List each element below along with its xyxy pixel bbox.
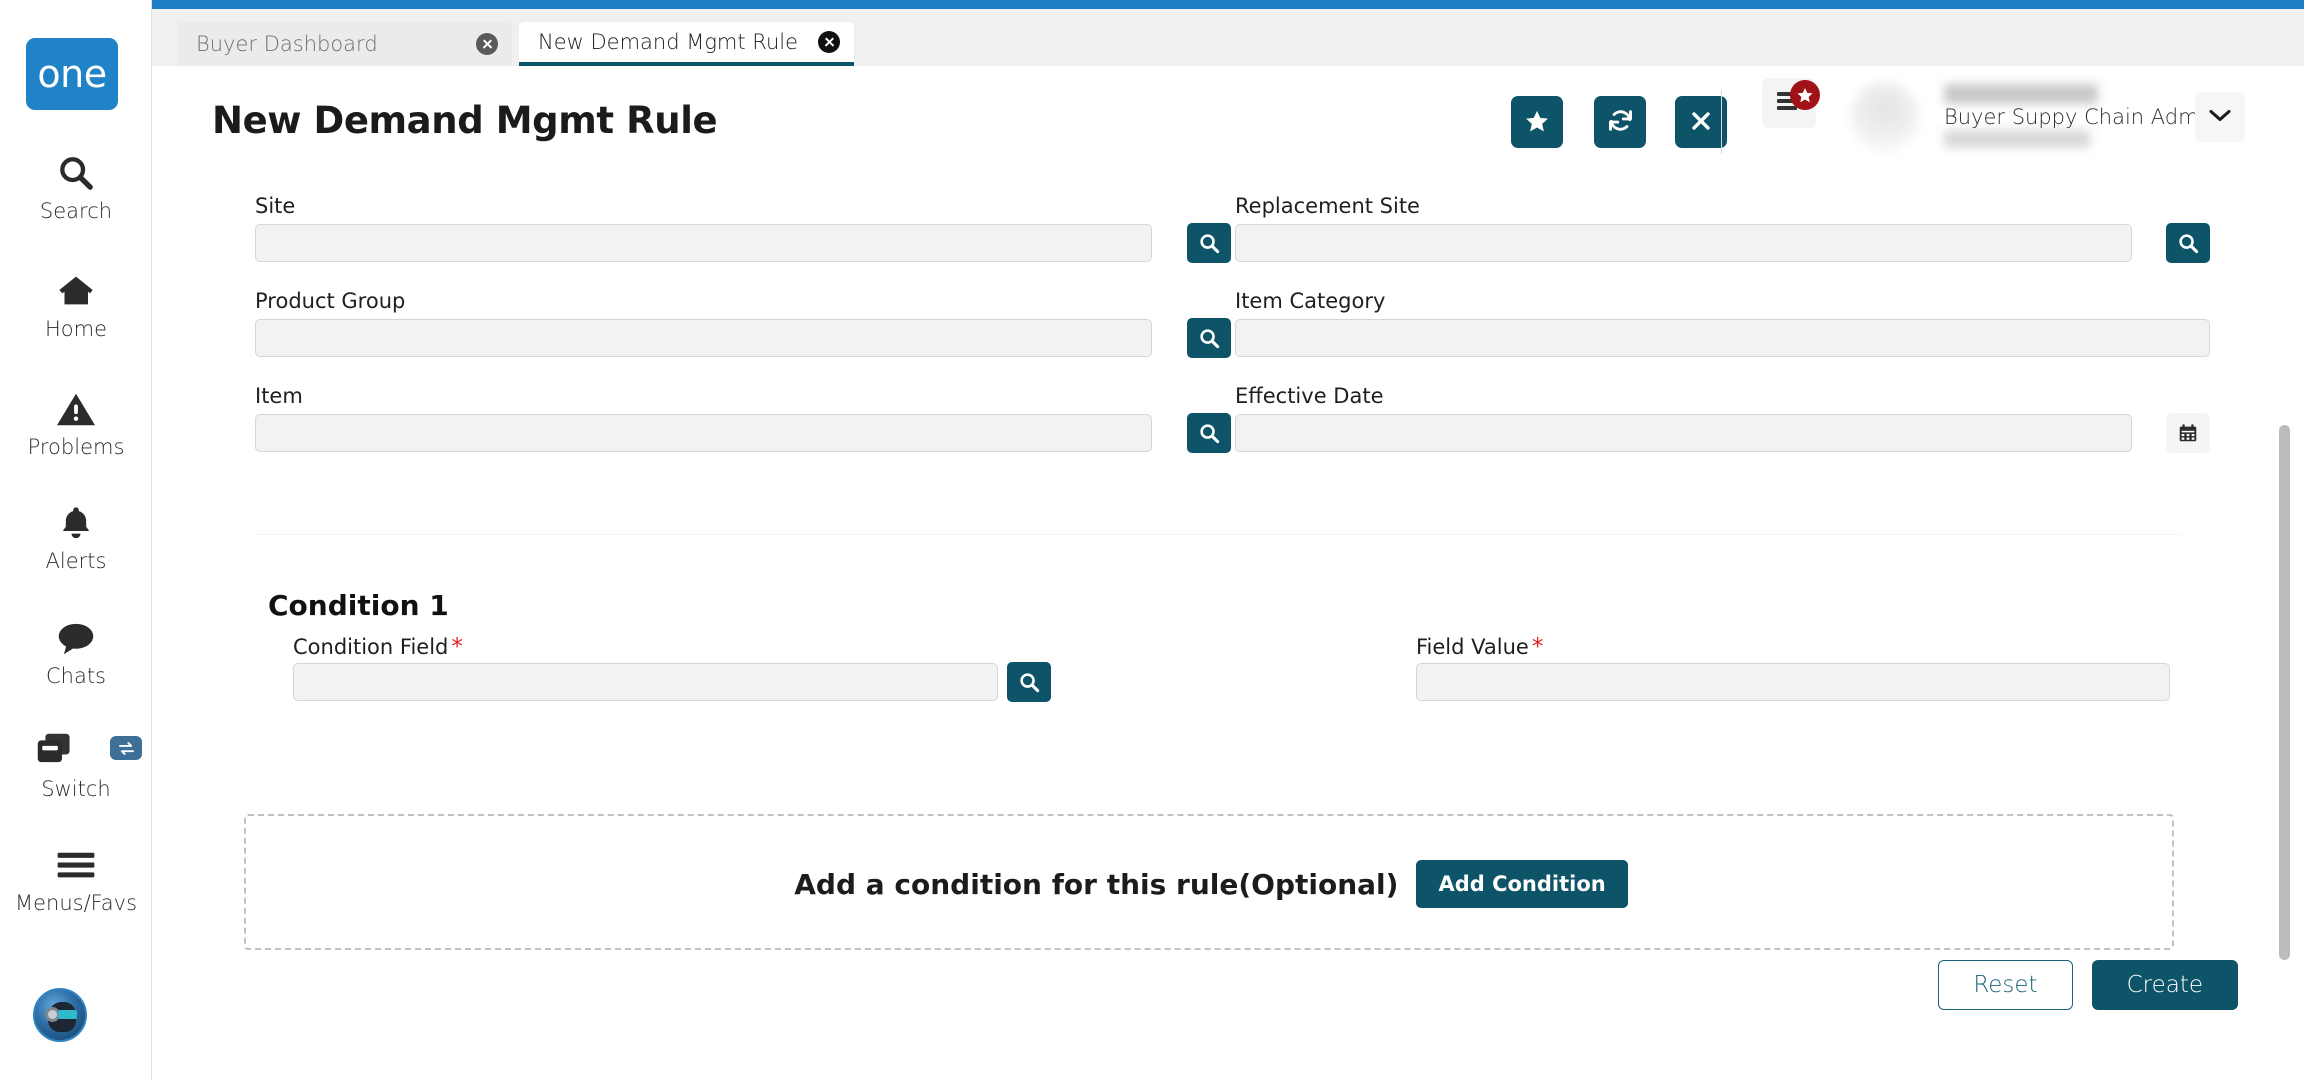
search-icon [1198, 232, 1221, 255]
label-condition-field-text: Condition Field [293, 635, 448, 659]
header-divider [1721, 90, 1722, 154]
user-name-redacted [1944, 84, 2098, 104]
search-icon [1198, 422, 1221, 445]
user-avatar[interactable] [1850, 82, 1920, 152]
label-item: Item [255, 384, 303, 408]
product-group-input[interactable] [255, 319, 1152, 357]
effective-date-input[interactable] [1235, 414, 2132, 452]
condition-section-title: Condition 1 [268, 589, 449, 622]
bell-icon [56, 500, 96, 546]
required-asterisk: * [1532, 634, 1544, 660]
switch-toggle-badge[interactable] [110, 736, 142, 760]
product-group-lookup-button[interactable] [1187, 318, 1231, 358]
user-role-label: Buyer Suppy Chain Admin [1944, 105, 2218, 129]
section-divider [255, 534, 2180, 535]
logo-text: one [37, 55, 106, 93]
replacement-site-lookup-button[interactable] [2166, 223, 2210, 263]
condition-field-input[interactable] [293, 663, 998, 701]
refresh-icon [1607, 107, 1634, 137]
label-field-value: Field Value* [1416, 634, 1543, 660]
page-title: New Demand Mgmt Rule [212, 99, 717, 142]
label-site: Site [255, 194, 295, 218]
user-menu-toggle[interactable] [2195, 92, 2245, 142]
left-sidebar: one Search Home Problems Alerts [0, 0, 152, 1080]
site-lookup-button[interactable] [1187, 223, 1231, 263]
vertical-scrollbar-thumb[interactable] [2279, 425, 2290, 960]
sidebar-item-alerts[interactable]: Alerts [0, 500, 152, 573]
sidebar-item-label: Home [45, 317, 107, 341]
warning-triangle-icon [55, 386, 97, 432]
chat-bubble-icon [55, 615, 97, 661]
required-asterisk: * [451, 634, 463, 660]
add-condition-row: Add a condition for this rule(Optional) … [246, 816, 2176, 952]
refresh-button[interactable] [1594, 96, 1646, 148]
tab-close-icon[interactable] [818, 31, 840, 53]
site-input[interactable] [255, 224, 1152, 262]
tab-buyer-dashboard[interactable]: Buyer Dashboard [177, 22, 512, 66]
reset-button[interactable]: Reset [1938, 960, 2072, 1010]
sidebar-item-label: Alerts [46, 549, 107, 573]
chevron-down-icon [2208, 107, 2232, 128]
app-logo[interactable]: one [26, 38, 118, 110]
star-icon [1524, 108, 1550, 137]
form-footer-actions: Reset Create [1938, 960, 2238, 1010]
application-window: one Search Home Problems Alerts [0, 0, 2304, 1080]
create-button[interactable]: Create [2092, 960, 2238, 1010]
user-org-redacted [1944, 130, 2090, 148]
tab-new-demand-mgmt-rule[interactable]: New Demand Mgmt Rule [519, 22, 854, 66]
search-icon [2177, 232, 2200, 255]
add-condition-button[interactable]: Add Condition [1416, 860, 1627, 908]
search-icon [56, 150, 96, 196]
ai-visor-shape [58, 1010, 77, 1019]
label-replacement-site: Replacement Site [1235, 194, 1420, 218]
item-input[interactable] [255, 414, 1152, 452]
tab-bar: Buyer Dashboard New Demand Mgmt Rule [152, 9, 2304, 66]
home-icon [55, 268, 97, 314]
sidebar-item-switch[interactable]: Switch [0, 728, 152, 801]
ai-assistant-avatar[interactable] [33, 988, 87, 1042]
sidebar-item-home[interactable]: Home [0, 268, 152, 341]
form-content-area: Site Product Group Item Replacement Site… [180, 182, 2304, 1048]
favorite-button[interactable] [1511, 96, 1563, 148]
label-effective-date: Effective Date [1235, 384, 1384, 408]
sidebar-item-search[interactable]: Search [0, 150, 152, 223]
condition-field-lookup-button[interactable] [1007, 662, 1051, 702]
search-icon [1198, 327, 1221, 350]
sidebar-item-label: Menus/Favs [15, 891, 137, 915]
sidebar-item-label: Switch [41, 777, 110, 801]
replacement-site-input[interactable] [1235, 224, 2132, 262]
effective-date-calendar-button[interactable] [2166, 413, 2210, 453]
field-value-input[interactable] [1416, 663, 2170, 701]
star-badge-icon [1790, 80, 1820, 110]
add-condition-panel: Add a condition for this rule(Optional) … [244, 814, 2174, 950]
close-button[interactable] [1675, 96, 1727, 148]
label-product-group: Product Group [255, 289, 405, 313]
hamburger-icon [55, 842, 97, 888]
label-condition-field: Condition Field* [293, 634, 463, 660]
tab-close-icon[interactable] [476, 33, 498, 55]
tab-label: Buyer Dashboard [196, 32, 378, 56]
sidebar-item-label: Search [40, 199, 112, 223]
calendar-icon [2177, 422, 2199, 444]
add-condition-text: Add a condition for this rule(Optional) [794, 868, 1398, 901]
sidebar-item-menus-favs[interactable]: Menus/Favs [0, 842, 152, 915]
sidebar-item-label: Problems [28, 435, 125, 459]
label-field-value-text: Field Value [1416, 635, 1529, 659]
sidebar-item-chats[interactable]: Chats [0, 615, 152, 688]
switch-windows-icon [0, 728, 152, 774]
search-icon [1018, 671, 1041, 694]
close-x-icon [1689, 109, 1713, 136]
item-lookup-button[interactable] [1187, 413, 1231, 453]
label-item-category: Item Category [1235, 289, 1385, 313]
item-category-input[interactable] [1235, 319, 2210, 357]
sidebar-item-label: Chats [46, 664, 106, 688]
sidebar-item-problems[interactable]: Problems [0, 386, 152, 459]
top-accent-bar [152, 0, 2304, 9]
tab-label: New Demand Mgmt Rule [538, 30, 798, 54]
